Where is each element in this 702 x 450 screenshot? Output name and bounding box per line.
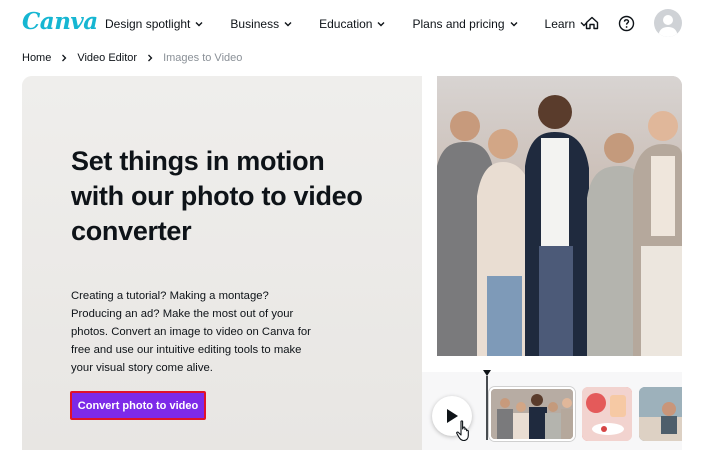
menu-business[interactable]: Business [230, 17, 293, 31]
chevron-down-icon [376, 19, 386, 29]
home-icon[interactable] [582, 13, 602, 33]
hero-media-panel [422, 76, 682, 450]
menu-label: Education [319, 17, 373, 31]
menu-label: Business [230, 17, 280, 31]
chevron-down-icon [509, 19, 519, 29]
timeline-clip[interactable] [639, 387, 682, 441]
menu-design-spotlight[interactable]: Design spotlight [105, 17, 204, 31]
breadcrumb-current: Images to Video [163, 52, 243, 64]
menu-plans-pricing[interactable]: Plans and pricing [412, 17, 518, 31]
timeline-clip[interactable] [582, 387, 632, 441]
breadcrumb-home[interactable]: Home [22, 52, 51, 64]
chevron-right-icon [60, 54, 68, 62]
menu-label: Plans and pricing [412, 17, 505, 31]
breadcrumb-video-editor[interactable]: Video Editor [77, 52, 137, 64]
chevron-down-icon [194, 19, 204, 29]
hero-description: Creating a tutorial? Making a montage? P… [71, 290, 311, 374]
canva-logo[interactable]: Canva [22, 8, 98, 35]
menu-education[interactable]: Education [319, 17, 386, 31]
top-nav: Canva Design spotlight Business Educatio… [0, 0, 702, 48]
chevron-down-icon [283, 19, 293, 29]
hand-cursor-icon [455, 420, 473, 442]
main-menu: Design spotlight Business Education Plan… [105, 0, 615, 48]
hero-section: Set things in motion with our photo to v… [22, 76, 682, 450]
chevron-right-icon [146, 54, 154, 62]
menu-label: Learn [544, 17, 576, 31]
help-icon[interactable] [616, 13, 636, 33]
convert-photo-to-video-button[interactable]: Convert photo to video [70, 391, 206, 420]
avatar[interactable] [654, 9, 682, 37]
hero-title: Set things in motion with our photo to v… [71, 146, 363, 246]
group-photo-image [437, 76, 682, 356]
timeline-clip[interactable] [489, 387, 575, 441]
breadcrumb: Home Video Editor Images to Video [22, 51, 242, 65]
nav-right [582, 9, 682, 37]
hero-text-panel: Set things in motion with our photo to v… [22, 76, 422, 450]
menu-label: Design spotlight [105, 17, 191, 31]
